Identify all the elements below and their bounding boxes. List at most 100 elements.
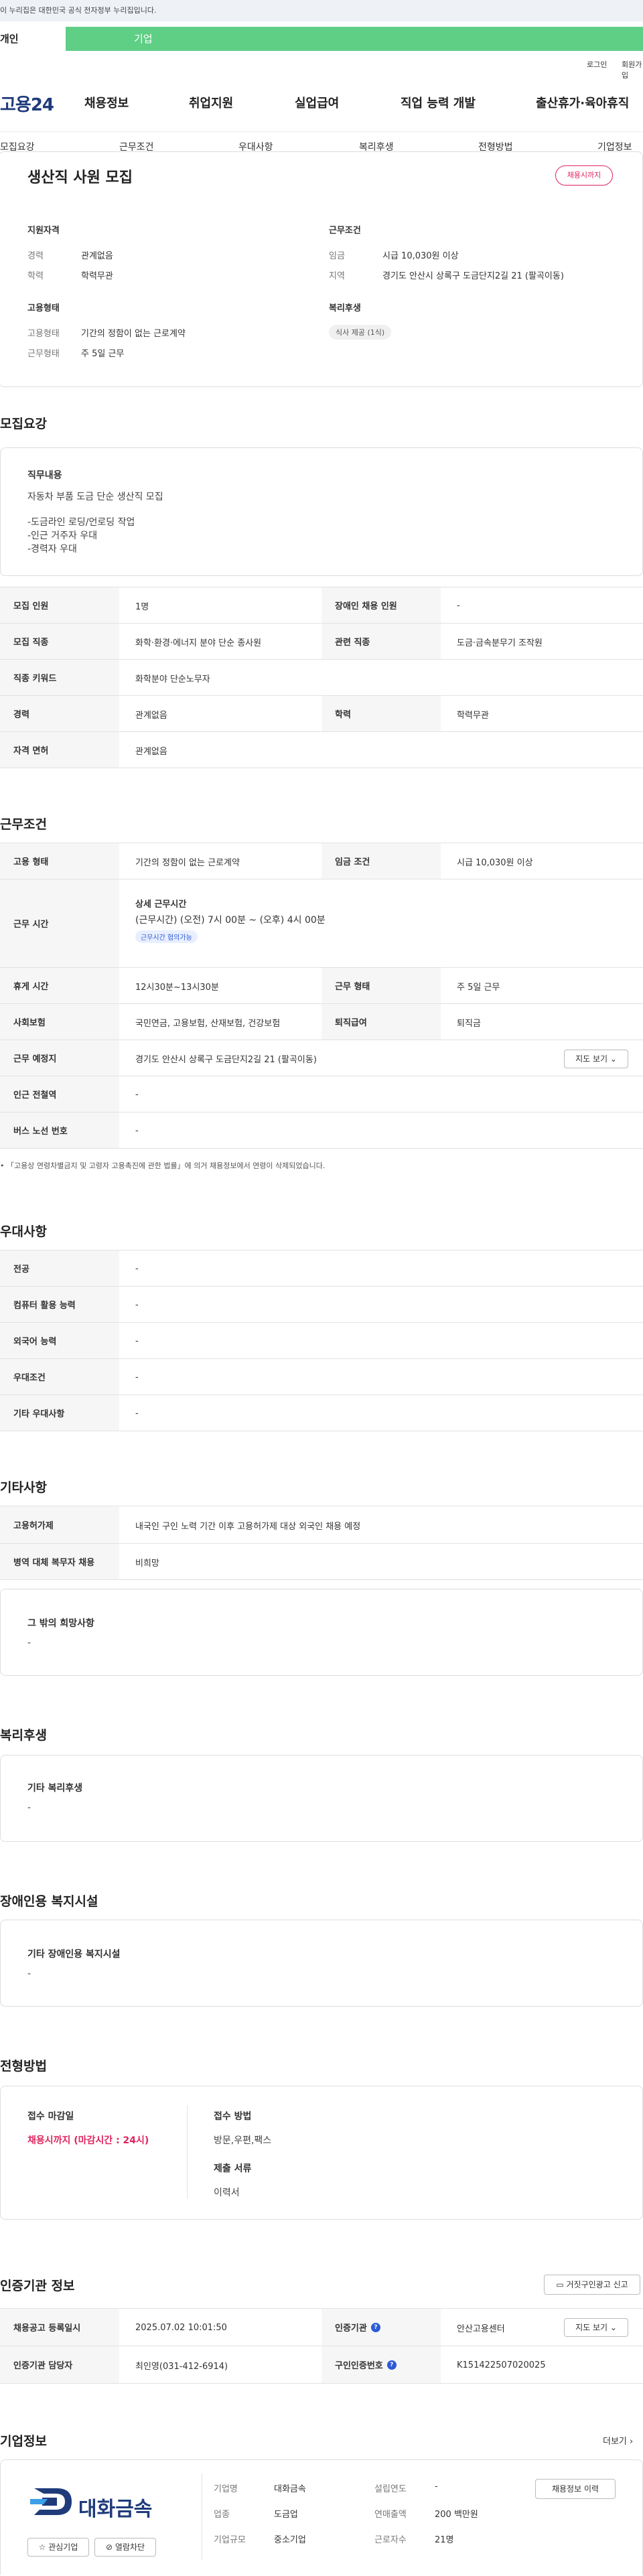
row-label: 버스 노선 번호 (0, 1113, 119, 1148)
star-icon: ☆ (38, 2543, 46, 2552)
login-link[interactable]: 로그인 (587, 59, 607, 70)
region-value: 경기도 안산시 상록구 도금단지2길 21 (팔곡이동) (382, 271, 564, 281)
edu-label: 학력 (27, 271, 44, 281)
row-value: 국민연금, 고용보험, 산재보험, 건강보험 (135, 1018, 281, 1029)
row-label: 직종 키워드 (0, 660, 119, 695)
wage-value: 시급 10,030원 이상 (382, 251, 459, 261)
agency-map-label: 지도 보기 (575, 2323, 608, 2332)
industry-value: 도금업 (274, 2510, 298, 2520)
company-more-link[interactable]: 더보기 › (603, 2434, 633, 2447)
report-fake-ad-button[interactable]: ▭ 거짓구인광고 신고 (544, 2275, 640, 2295)
row-label: 인증기관 담당자 (0, 2346, 119, 2383)
row-label: 고용허가제 (0, 1506, 119, 1543)
row-value: 비희망 (135, 1558, 159, 1569)
row-value: 12시30분~13시30분 (135, 982, 219, 993)
chevron-right-icon: › (630, 2437, 634, 2447)
table-row: 인근 전철역 - (0, 1076, 643, 1112)
info-icon[interactable]: ? (370, 2322, 380, 2332)
gnb-item-training[interactable]: 직업 능력 개발 (401, 94, 476, 111)
table-row: 경력 관계없음 학력 학력무관 (0, 695, 643, 731)
qual-heading: 지원자격 (27, 226, 60, 236)
table-row: 고용 형태 기간의 정함이 없는 근로계약 임금 조건 시급 10,030원 이… (0, 843, 643, 879)
row-value: - (135, 1263, 139, 1274)
gnb-item-jobs[interactable]: 채용정보 (84, 94, 129, 111)
signup-link[interactable]: 회원가입 (622, 59, 643, 80)
emptype-label: 고용형태 (27, 329, 60, 339)
screening-box: 접수 마감일 채용시까지 (마감시간 : 24시) 접수 방법 방문,우편,팩스… (0, 2086, 643, 2220)
career-value: 관계없음 (81, 251, 113, 261)
map-button[interactable]: 지도 보기 ⌄ (564, 1050, 628, 1068)
age-note-text: 「고용상 연령차별금지 및 고령자 고용촉진에 관한 법률」에 의거 채용정보에… (7, 1161, 326, 1170)
worktype-label: 근무형태 (27, 349, 60, 359)
block-view-button[interactable]: ⊘ 열람차단 (94, 2538, 156, 2557)
hours-title: 상세 근무시간 (135, 900, 187, 910)
age-note: • 「고용상 연령차별금지 및 고령자 고용촉진에 관한 법률」에 의거 채용정… (0, 1160, 325, 1171)
welfare-box-heading: 기타 복리후생 (27, 1783, 83, 1794)
gnb-item-employment-support[interactable]: 취업지원 (189, 94, 233, 111)
company-logo-text: 대화금속 (78, 2498, 153, 2521)
row-label: 관련 직종 (322, 624, 441, 659)
table-row: 모집 직종 화학·환경·에너지 분야 단순 종사원 관련 직종 도금·금속분무기… (0, 623, 643, 659)
row-label: 장애인 채용 인원 (322, 587, 441, 623)
row-value: 최인영(031-412-6914) (135, 2361, 228, 2372)
block-label: 열람차단 (115, 2543, 145, 2552)
row-label: 구인인증번호? (322, 2346, 441, 2383)
row-value: - (135, 1299, 139, 1310)
row-label: 전공 (0, 1250, 119, 1286)
deadline-value: 채용시까지 (마감시간 : 24시) (27, 2135, 149, 2146)
table-row: 채용공고 등록일시 2025.07.02 10:01:50 인증기관? 안산고용… (0, 2308, 643, 2346)
row-value: - (135, 1408, 139, 1419)
tab-corporate[interactable]: 기업 (66, 27, 643, 51)
duty-heading: 직무내용 (27, 470, 62, 481)
wage-label: 임금 (329, 251, 345, 261)
agency-map-button[interactable]: 지도 보기 ⌄ (564, 2318, 628, 2337)
company-name-value: 대화금속 (274, 2484, 306, 2494)
table-end (0, 1579, 643, 1580)
emp-heading: 고용형태 (27, 303, 60, 313)
row-label: 근무 형태 (322, 968, 441, 1003)
interest-company-button[interactable]: ☆ 관심기업 (27, 2538, 89, 2557)
row-label: 경력 (0, 696, 119, 731)
other-heading: 기타사항 (0, 1480, 47, 1495)
wish-value: - (27, 1638, 31, 1648)
job-title: 생산직 사원 모집 (27, 169, 133, 186)
row-value: 경기도 안산시 상록구 도금단지2길 21 (팔곡이동) (135, 1054, 317, 1065)
row-label: 우대조건 (0, 1359, 119, 1394)
emptype-value: 기간의 정함이 없는 근로계약 (81, 329, 186, 339)
report-button-label: 거짓구인광고 신고 (566, 2280, 628, 2289)
hours-value: (근무시간) (오전) 7시 00분 ~ (오후) 4시 00분 (135, 915, 326, 926)
duty-line: -인근 거주자 우대 (27, 530, 98, 541)
row-label: 임금 조건 (322, 843, 441, 879)
site-logo[interactable]: 고용24 (0, 91, 54, 116)
user-type-tabs: 개인 기업 (0, 27, 643, 51)
recruit-heading: 모집요강 (0, 417, 47, 431)
method-value: 방문,우편,팩스 (214, 2135, 272, 2146)
map-button-label: 지도 보기 (575, 1054, 608, 1064)
tab-corporate-label: 기업 (134, 33, 153, 45)
table-row: 모집 인원 1명 장애인 채용 인원 - (0, 587, 643, 623)
tab-individual[interactable]: 개인 (0, 27, 66, 51)
gnb-item-unemployment[interactable]: 실업급여 (295, 94, 339, 111)
work-heading: 근무조건 (0, 817, 47, 832)
more-label: 더보기 (603, 2437, 627, 2447)
method-heading: 접수 방법 (214, 2111, 252, 2122)
company-logo-mark-icon (30, 2488, 72, 2515)
welfare-box: 기타 복리후생 - (0, 1755, 643, 1842)
document-icon: ▭ (556, 2280, 564, 2289)
row-value: - (457, 600, 460, 611)
gnb-item-leave[interactable]: 출산휴가·육아휴직 (536, 94, 629, 111)
info-icon[interactable]: ? (386, 2360, 397, 2370)
duty-box: 직무내용 자동차 부품 도금 단순 생산직 모집 -도금라인 로딩/언로딩 작업… (0, 447, 643, 576)
row-label: 자격 면허 (0, 732, 119, 768)
table-row: 우대조건 - (0, 1358, 643, 1394)
row-value: 학력무관 (457, 710, 489, 721)
agency-heading: 인증기관 정보 (0, 2279, 75, 2293)
row-value: 관계없음 (135, 746, 167, 757)
table-row: 직종 키워드 화학분야 단순노무자 (0, 659, 643, 695)
duty-line: -도금라인 로딩/언로딩 작업 (27, 517, 135, 528)
history-button[interactable]: 채용정보 이력 (535, 2479, 616, 2499)
docs-value: 이력서 (214, 2188, 240, 2198)
disabled-heading: 장애인용 복지시설 (0, 1894, 98, 1909)
edu-value: 학력무관 (81, 271, 113, 281)
row-label: 근무 예정지 (0, 1040, 119, 1076)
